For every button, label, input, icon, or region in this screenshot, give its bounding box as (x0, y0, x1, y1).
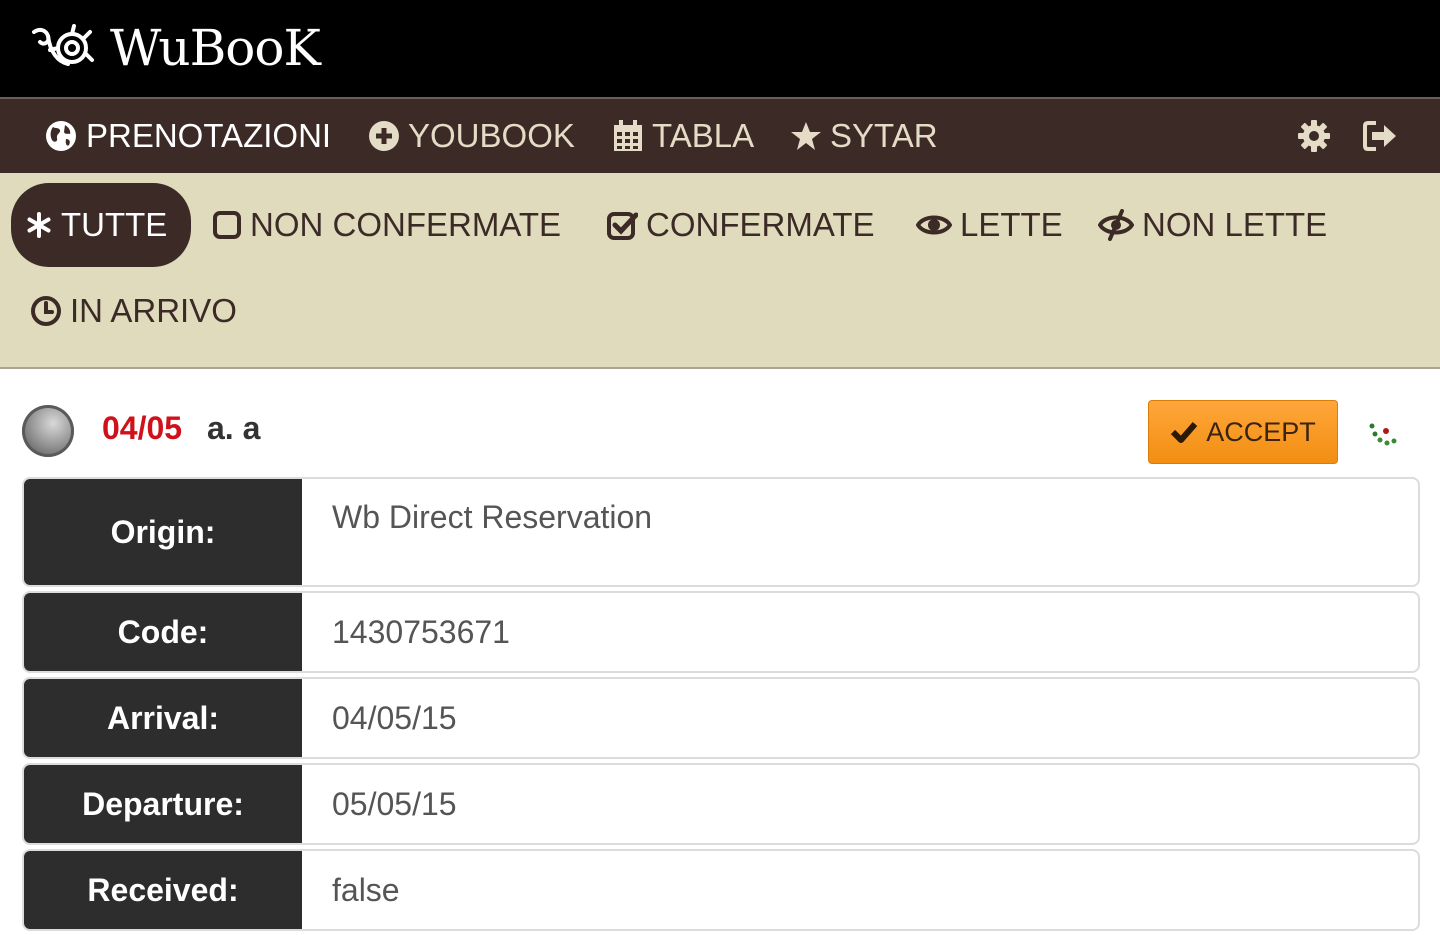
nav-item-youbook[interactable]: YOUBOOK (368, 99, 575, 173)
booking-customer-name: a. a (207, 410, 261, 446)
clock-icon (31, 296, 61, 326)
brand-name: WuBooK (110, 19, 321, 77)
nav-item-tabla[interactable]: TABLA (612, 99, 754, 173)
detail-value: 1430753671 (332, 613, 510, 650)
filter-label: IN ARRIVO (70, 292, 237, 329)
filter-in-arrivo[interactable]: IN ARRIVO (30, 269, 237, 353)
accept-button[interactable]: ACCEPT (1148, 400, 1338, 464)
settings-button[interactable] (1296, 118, 1332, 154)
check-square-icon (607, 212, 638, 240)
brand[interactable]: WuBooK (28, 18, 321, 78)
square-icon (213, 211, 241, 239)
nav-label: TABLA (652, 117, 755, 154)
booking-date: 04/05 (102, 410, 183, 446)
detail-label: Arrival: (24, 679, 302, 757)
wubook-logo-icon (32, 24, 94, 66)
filter-lette[interactable]: LETTE (916, 183, 1063, 267)
loading-spinner-icon (1369, 423, 1397, 446)
checkmark-icon (1171, 422, 1198, 443)
detail-value: 05/05/15 (332, 785, 457, 822)
filter-non-confermate[interactable]: NON CONFERMATE (212, 183, 561, 267)
filter-label: NON LETTE (1142, 206, 1328, 243)
booking-header: 04/05 a. a ACCEPT (22, 400, 1418, 466)
plus-circle-icon (369, 121, 399, 151)
accept-label: ACCEPT (1206, 416, 1316, 447)
logout-icon (1363, 121, 1396, 151)
nav-item-sytar[interactable]: SYTAR (790, 99, 938, 173)
globe-avatar (22, 405, 74, 457)
top-bar: WuBooK (0, 0, 1440, 97)
calendar-icon (614, 120, 642, 151)
detail-label: Origin: (24, 479, 302, 585)
main-nav: PRENOTAZIONI YOUBOOK TABLA SYTAR (0, 97, 1440, 173)
detail-row-departure: Departure: 05/05/15 (22, 763, 1420, 845)
detail-value: Wb Direct Reservation (332, 499, 653, 535)
nav-label: SYTAR (830, 117, 938, 154)
detail-label: Code: (24, 593, 302, 671)
filter-non-lette[interactable]: NON LETTE (1098, 183, 1327, 267)
filter-tutte[interactable]: TUTTE (11, 183, 191, 267)
detail-row-code: Code: 1430753671 (22, 591, 1420, 673)
nav-label: PRENOTAZIONI (86, 117, 332, 154)
detail-label: Departure: (24, 765, 302, 843)
logout-button[interactable] (1362, 118, 1398, 154)
star-icon (791, 122, 821, 150)
filter-bar: TUTTE NON CONFERMATE CONFERMATE LETTE NO… (0, 173, 1440, 369)
detail-value: false (332, 871, 400, 908)
detail-row-received: Received: false (22, 849, 1420, 931)
filter-label: LETTE (960, 206, 1063, 243)
asterisk-icon (27, 212, 51, 238)
booking-details: Origin: Wb Direct Reservation Code: 1430… (22, 477, 1420, 935)
filter-confermate[interactable]: CONFERMATE (606, 183, 875, 267)
detail-label: Received: (24, 851, 302, 929)
nav-item-prenotazioni[interactable]: PRENOTAZIONI (44, 99, 331, 173)
eye-icon (916, 215, 952, 235)
filter-label: CONFERMATE (646, 206, 875, 243)
eye-slash-icon (1098, 209, 1134, 241)
gear-icon (1298, 120, 1330, 152)
nav-label: YOUBOOK (408, 117, 575, 154)
filter-label: TUTTE (61, 206, 168, 243)
globe-icon (46, 121, 76, 151)
detail-value: 04/05/15 (332, 699, 457, 736)
detail-row-origin: Origin: Wb Direct Reservation (22, 477, 1420, 587)
detail-row-arrival: Arrival: 04/05/15 (22, 677, 1420, 759)
filter-label: NON CONFERMATE (250, 206, 562, 243)
